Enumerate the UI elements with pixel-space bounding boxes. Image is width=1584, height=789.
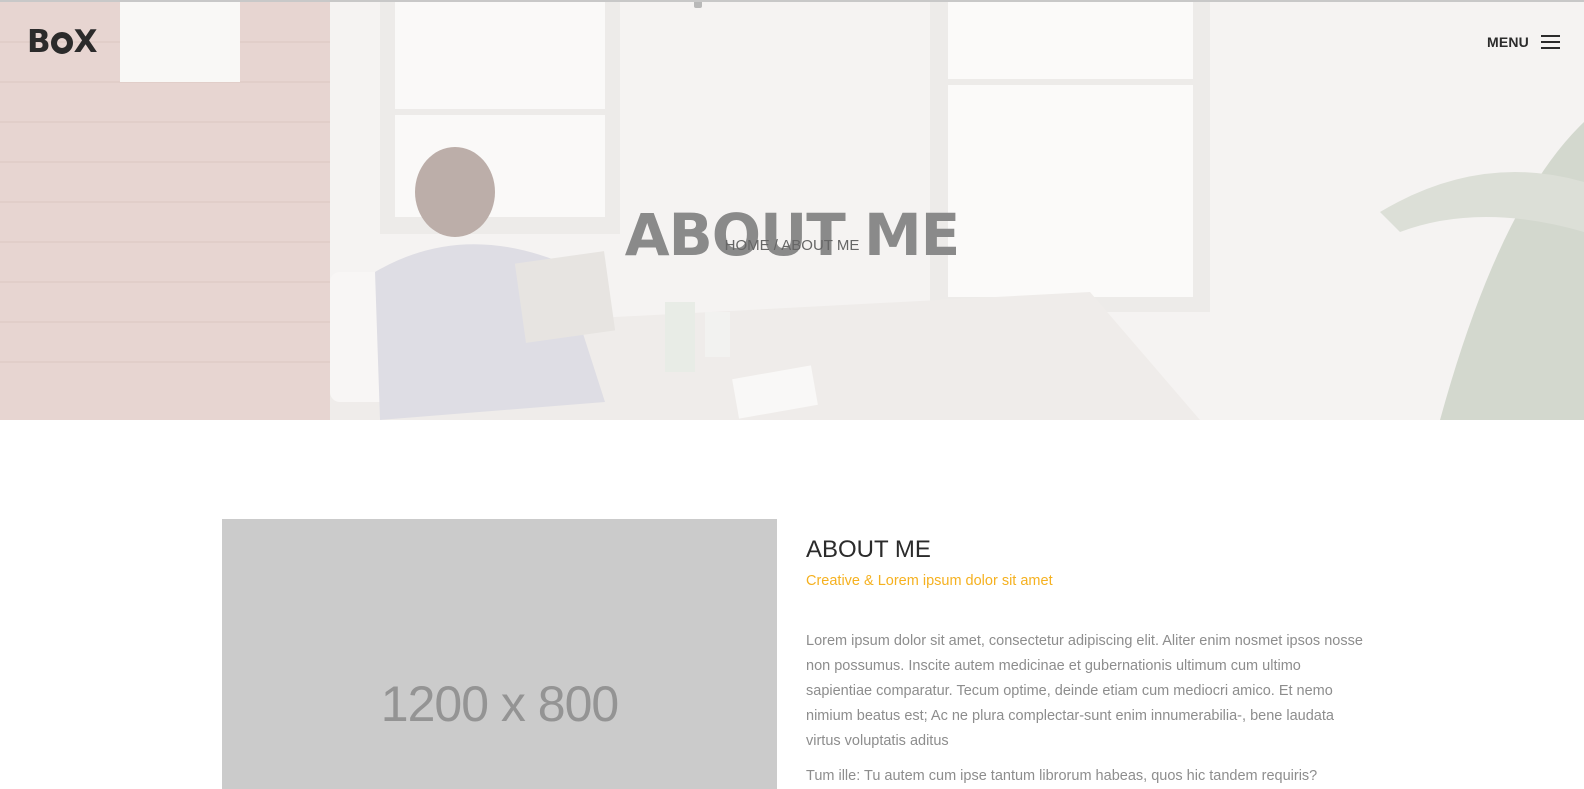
top-scroll-nub [694,2,702,8]
page: BX MENU ABOUT ME HOME / ABOUT ME 1200 x … [0,0,1584,789]
about-subtitle: Creative & Lorem ipsum dolor sit amet [806,573,1053,589]
hero-banner: BX MENU ABOUT ME HOME / ABOUT ME [0,2,1584,420]
about-heading: ABOUT ME [806,536,931,563]
page-title: ABOUT ME [624,200,961,269]
about-text-block: ABOUT ME Creative & Lorem ipsum dolor si… [806,535,1366,789]
menu-button[interactable]: MENU [1487,34,1560,50]
hamburger-icon [1541,35,1560,49]
breadcrumb-current: ABOUT ME [781,237,860,254]
about-image-placeholder: 1200 x 800 [222,519,777,789]
menu-label: MENU [1486,34,1529,50]
logo-letter-b: B [27,24,51,60]
breadcrumb-separator: / [773,237,778,254]
logo[interactable]: BX [27,24,98,60]
breadcrumb: HOME / ABOUT ME [0,237,1584,254]
image-size-label: 1200 x 800 [380,676,619,732]
breadcrumb-home-link[interactable]: HOME [725,237,770,254]
top-border [0,0,1584,2]
logo-letter-x: X [73,24,98,60]
about-paragraph: Tum ille: Tu autem cum ipse tantum libro… [806,768,1318,784]
logo-o-circle [50,32,73,54]
about-paragraph: Lorem ipsum dolor sit amet, consectetur … [806,633,1363,749]
